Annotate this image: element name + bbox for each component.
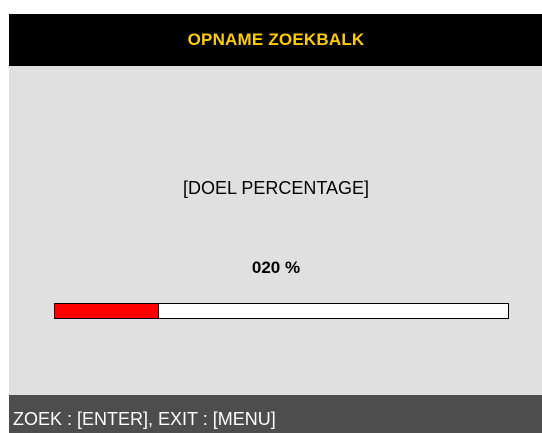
search-progress-bar[interactable] <box>54 303 509 319</box>
screen-title: OPNAME ZOEKBALK <box>187 30 365 49</box>
percentage-value: 020 % <box>251 258 301 277</box>
target-percentage-label: [DOEL PERCENTAGE] <box>182 178 370 198</box>
footer-bar: ZOEK : [ENTER], EXIT : [MENU] <box>9 395 542 433</box>
title-bar: OPNAME ZOEKBALK <box>9 14 542 66</box>
recording-search-bar-screen: OPNAME ZOEKBALK [DOEL PERCENTAGE] 020 % … <box>9 14 542 433</box>
footer-hint: ZOEK : [ENTER], EXIT : [MENU] <box>13 408 276 429</box>
search-progress-fill <box>55 304 160 318</box>
